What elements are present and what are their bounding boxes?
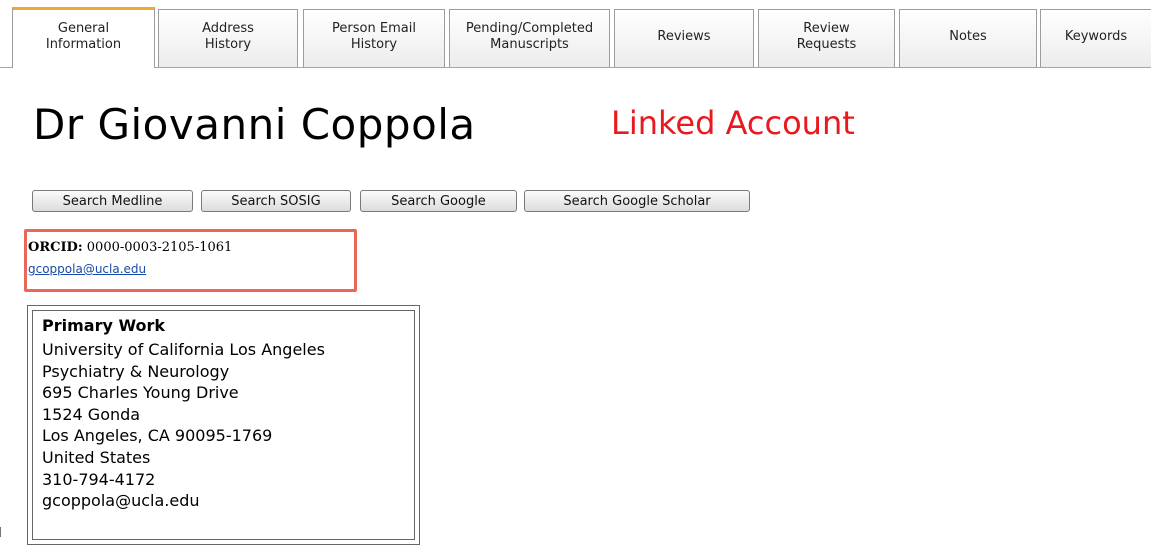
tab-address-history[interactable]: Address History [158,9,298,67]
linked-account-label: Linked Account [611,104,855,142]
primary-work-address: University of California Los Angeles Psy… [42,339,325,512]
tab-general-information[interactable]: General Information [12,7,155,68]
email-link[interactable]: gcoppola@ucla.edu [28,262,146,276]
search-google-scholar-button[interactable]: Search Google Scholar [524,190,750,212]
search-sosig-button[interactable]: Search SOSIG [201,190,351,212]
tab-bar: General Information Address History Pers… [0,0,1151,68]
address-line: University of California Los Angeles [42,340,325,359]
left-edge-line [0,527,1,537]
tab-label: Person Email History [332,20,416,52]
address-line: 1524 Gonda [42,404,141,424]
orcid-line: ORCID: 0000-0003-2105-1061 [28,240,232,255]
tab-label: Pending/Completed Manuscripts [465,20,594,52]
search-google-button[interactable]: Search Google [360,190,517,212]
orcid-highlight-box [24,229,357,292]
search-medline-button[interactable]: Search Medline [32,190,193,212]
orcid-label: ORCID: [28,240,83,255]
address-line: United States [42,447,151,467]
address-line: 695 Charles Young Drive [42,383,239,403]
tab-person-email-history[interactable]: Person Email History [303,9,445,67]
orcid-value: 0000-0003-2105-1061 [86,240,233,255]
tab-notes[interactable]: Notes [899,9,1037,67]
tab-keywords[interactable]: Keywords [1040,9,1151,67]
tab-pending-completed-manuscripts[interactable]: Pending/Completed Manuscripts [449,9,610,67]
tab-label: Keywords [1064,28,1128,44]
tab-label: Address History [202,20,254,52]
tab-label: Review Requests [796,20,857,52]
tab-reviews[interactable]: Reviews [614,9,754,67]
address-line: 310-794-4172 [42,469,156,489]
address-line: Los Angeles, CA 90095-1769 [42,426,273,446]
tab-label: Reviews [657,28,711,44]
address-line: Psychiatry & Neurology [42,361,230,381]
tab-label: General Information [45,21,122,52]
address-line: gcoppola@ucla.edu [42,491,200,511]
primary-work-title: Primary Work [42,316,166,335]
tab-review-requests[interactable]: Review Requests [758,9,895,67]
tab-bar-baseline [0,67,1151,68]
tab-label: Notes [949,28,987,44]
person-name: Dr Giovanni Coppola [33,100,476,149]
